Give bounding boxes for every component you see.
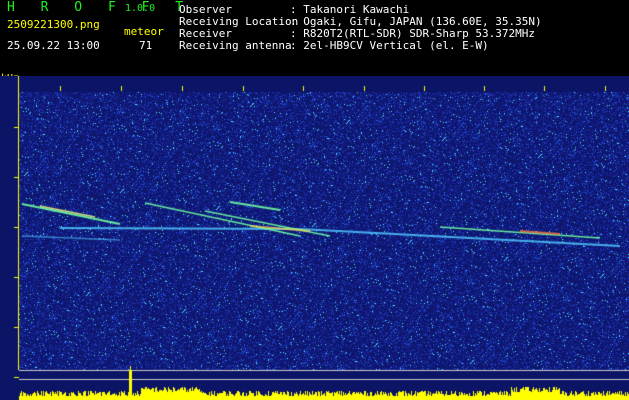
info-key-antenna: Receiving antenna: [179, 39, 292, 52]
spectrogram-canvas: [0, 76, 629, 400]
app-title: H R O F F T: [7, 0, 193, 15]
filename: 2509221300.png: [7, 18, 100, 31]
datetime: 25.09.22 13:00: [7, 39, 100, 52]
info-value-antenna: : 2el-HB9CV Vertical (el. E-W): [290, 39, 489, 52]
meteor-count: 71: [139, 39, 153, 52]
meteor-label: meteor: [124, 25, 164, 38]
app-version: 1.0.0: [125, 3, 156, 14]
